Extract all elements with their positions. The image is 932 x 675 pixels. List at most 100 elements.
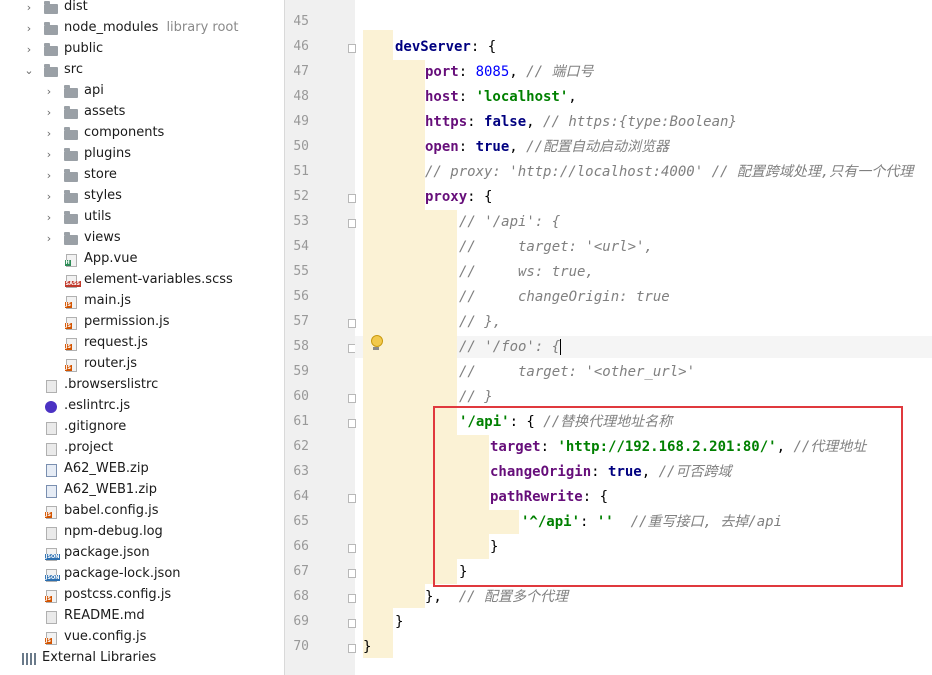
tree-file[interactable]: A62_WEB1.zip bbox=[0, 480, 284, 501]
tree-item-label: src bbox=[64, 62, 83, 77]
chevron-right-icon[interactable]: › bbox=[44, 232, 54, 245]
tree-folder[interactable]: › api bbox=[0, 81, 284, 102]
tree-file[interactable]: JSON package-lock.json bbox=[0, 564, 284, 585]
folder-icon bbox=[64, 106, 78, 120]
tree-item-label: .eslintrc.js bbox=[64, 398, 131, 413]
line-number: 62 bbox=[293, 439, 309, 454]
chevron-right-icon[interactable]: › bbox=[44, 190, 54, 203]
tree-item-label: vue.config.js bbox=[64, 629, 147, 644]
code-line: // target: '<url>', bbox=[459, 239, 653, 255]
tree-file[interactable]: .browserslistrc bbox=[0, 375, 284, 396]
fold-marker-icon[interactable] bbox=[348, 644, 356, 653]
fold-marker-icon[interactable] bbox=[348, 319, 356, 328]
folder-icon bbox=[64, 148, 78, 162]
tree-folder[interactable]: › store bbox=[0, 165, 284, 186]
fold-marker-icon[interactable] bbox=[348, 219, 356, 228]
line-number: 50 bbox=[293, 139, 309, 154]
chevron-right-icon[interactable]: › bbox=[24, 43, 34, 56]
tree-item-label: permission.js bbox=[84, 314, 170, 329]
editor-gutter: 45 46 47 48 49 50 51 52 53 54 55 56 57 58 59 60 61 62 63 64… bbox=[285, 0, 356, 675]
tree-file[interactable]: npm-debug.log bbox=[0, 522, 284, 543]
chevron-right-icon[interactable]: › bbox=[24, 1, 34, 14]
fold-marker-icon[interactable] bbox=[348, 494, 356, 503]
chevron-right-icon[interactable]: › bbox=[44, 127, 54, 140]
zip-file-icon bbox=[44, 463, 58, 477]
tree-file[interactable]: JS postcss.config.js bbox=[0, 585, 284, 606]
fold-marker-icon[interactable] bbox=[348, 44, 356, 53]
tree-item-label: node_modules library root bbox=[64, 20, 239, 35]
tree-folder[interactable]: › plugins bbox=[0, 144, 284, 165]
code-line: } bbox=[363, 639, 372, 655]
tree-folder[interactable]: › node_modules library root bbox=[0, 18, 284, 39]
tree-folder[interactable]: › public bbox=[0, 39, 284, 60]
fold-marker-icon[interactable] bbox=[348, 569, 356, 578]
tree-item-label: api bbox=[84, 83, 104, 98]
tree-item-label: dist bbox=[64, 0, 88, 14]
line-number: 45 bbox=[293, 14, 309, 29]
tree-file[interactable]: JS babel.config.js bbox=[0, 501, 284, 522]
tree-file[interactable]: JS vue.config.js bbox=[0, 627, 284, 648]
tree-file[interactable]: External Libraries bbox=[0, 648, 284, 669]
code-line: // target: '<other_url>' bbox=[459, 364, 696, 380]
code-line: // proxy: 'http://localhost:4000' // 配置跨… bbox=[425, 164, 914, 180]
fold-marker-icon[interactable] bbox=[348, 594, 356, 603]
tree-folder[interactable]: › styles bbox=[0, 186, 284, 207]
tree-file[interactable]: JS router.js bbox=[0, 354, 284, 375]
folder-icon bbox=[64, 211, 78, 225]
line-number: 65 bbox=[293, 514, 309, 529]
file-type-tag: JS bbox=[44, 637, 52, 644]
tree-file[interactable]: .gitignore bbox=[0, 417, 284, 438]
tree-file[interactable]: JSON package.json bbox=[0, 543, 284, 564]
line-number: 66 bbox=[293, 539, 309, 554]
tree-item-label: A62_WEB.zip bbox=[64, 461, 149, 476]
tree-item-label: store bbox=[84, 167, 117, 182]
fold-marker-icon[interactable] bbox=[348, 544, 356, 553]
tree-file[interactable]: JS request.js bbox=[0, 333, 284, 354]
js-file-icon: JS bbox=[64, 358, 78, 372]
code-editor[interactable]: 45 46 47 48 49 50 51 52 53 54 55 56 57 58 59 60 61 62 63 64… bbox=[285, 0, 932, 675]
tree-folder[interactable]: ⌄ src bbox=[0, 60, 284, 81]
json-file-icon: JSON bbox=[44, 547, 61, 561]
code-line: // ws: true, bbox=[459, 264, 594, 280]
js-file-icon: JS bbox=[44, 631, 58, 645]
tree-folder[interactable]: › utils bbox=[0, 207, 284, 228]
fold-marker-icon[interactable] bbox=[348, 194, 356, 203]
chevron-right-icon[interactable]: › bbox=[24, 22, 34, 35]
tree-item-label: README.md bbox=[64, 608, 145, 623]
tree-file[interactable]: A62_WEB.zip bbox=[0, 459, 284, 480]
tree-folder[interactable]: › assets bbox=[0, 102, 284, 123]
line-number: 55 bbox=[293, 264, 309, 279]
code-line: // }, bbox=[459, 314, 502, 330]
chevron-right-icon[interactable]: › bbox=[44, 106, 54, 119]
tree-file[interactable]: SASS element-variables.scss bbox=[0, 270, 284, 291]
folder-icon bbox=[44, 43, 58, 57]
tree-file[interactable]: README.md bbox=[0, 606, 284, 627]
project-tree: › dist › node_modules library root › public ⌄ sr… bbox=[0, 0, 285, 675]
chevron-right-icon[interactable]: › bbox=[44, 85, 54, 98]
chevron-down-icon[interactable]: ⌄ bbox=[24, 64, 34, 77]
tree-folder[interactable]: › views bbox=[0, 228, 284, 249]
line-number: 57 bbox=[293, 314, 309, 329]
chevron-right-icon[interactable]: › bbox=[44, 211, 54, 224]
tree-folder[interactable]: › components bbox=[0, 123, 284, 144]
tree-file[interactable]: H App.vue bbox=[0, 249, 284, 270]
lightbulb-icon[interactable] bbox=[370, 335, 383, 350]
tree-item-label: plugins bbox=[84, 146, 131, 161]
chevron-right-icon[interactable]: › bbox=[44, 169, 54, 182]
tree-item-label: package-lock.json bbox=[64, 566, 181, 581]
fold-marker-icon[interactable] bbox=[348, 394, 356, 403]
fold-marker-icon[interactable] bbox=[348, 619, 356, 628]
tree-file[interactable]: .eslintrc.js bbox=[0, 396, 284, 417]
tree-file[interactable]: .project bbox=[0, 438, 284, 459]
chevron-right-icon[interactable]: › bbox=[44, 148, 54, 161]
js-file-icon: JS bbox=[64, 337, 78, 351]
fold-marker-icon[interactable] bbox=[348, 419, 356, 428]
js-file-icon: JS bbox=[64, 316, 78, 330]
tree-file[interactable]: JS main.js bbox=[0, 291, 284, 312]
file-type-tag: JSON bbox=[44, 553, 61, 560]
plain-file-icon bbox=[44, 610, 58, 624]
tree-file[interactable]: JS permission.js bbox=[0, 312, 284, 333]
tree-folder[interactable]: › dist bbox=[0, 0, 284, 18]
line-number: 54 bbox=[293, 239, 309, 254]
folder-icon bbox=[64, 85, 78, 99]
